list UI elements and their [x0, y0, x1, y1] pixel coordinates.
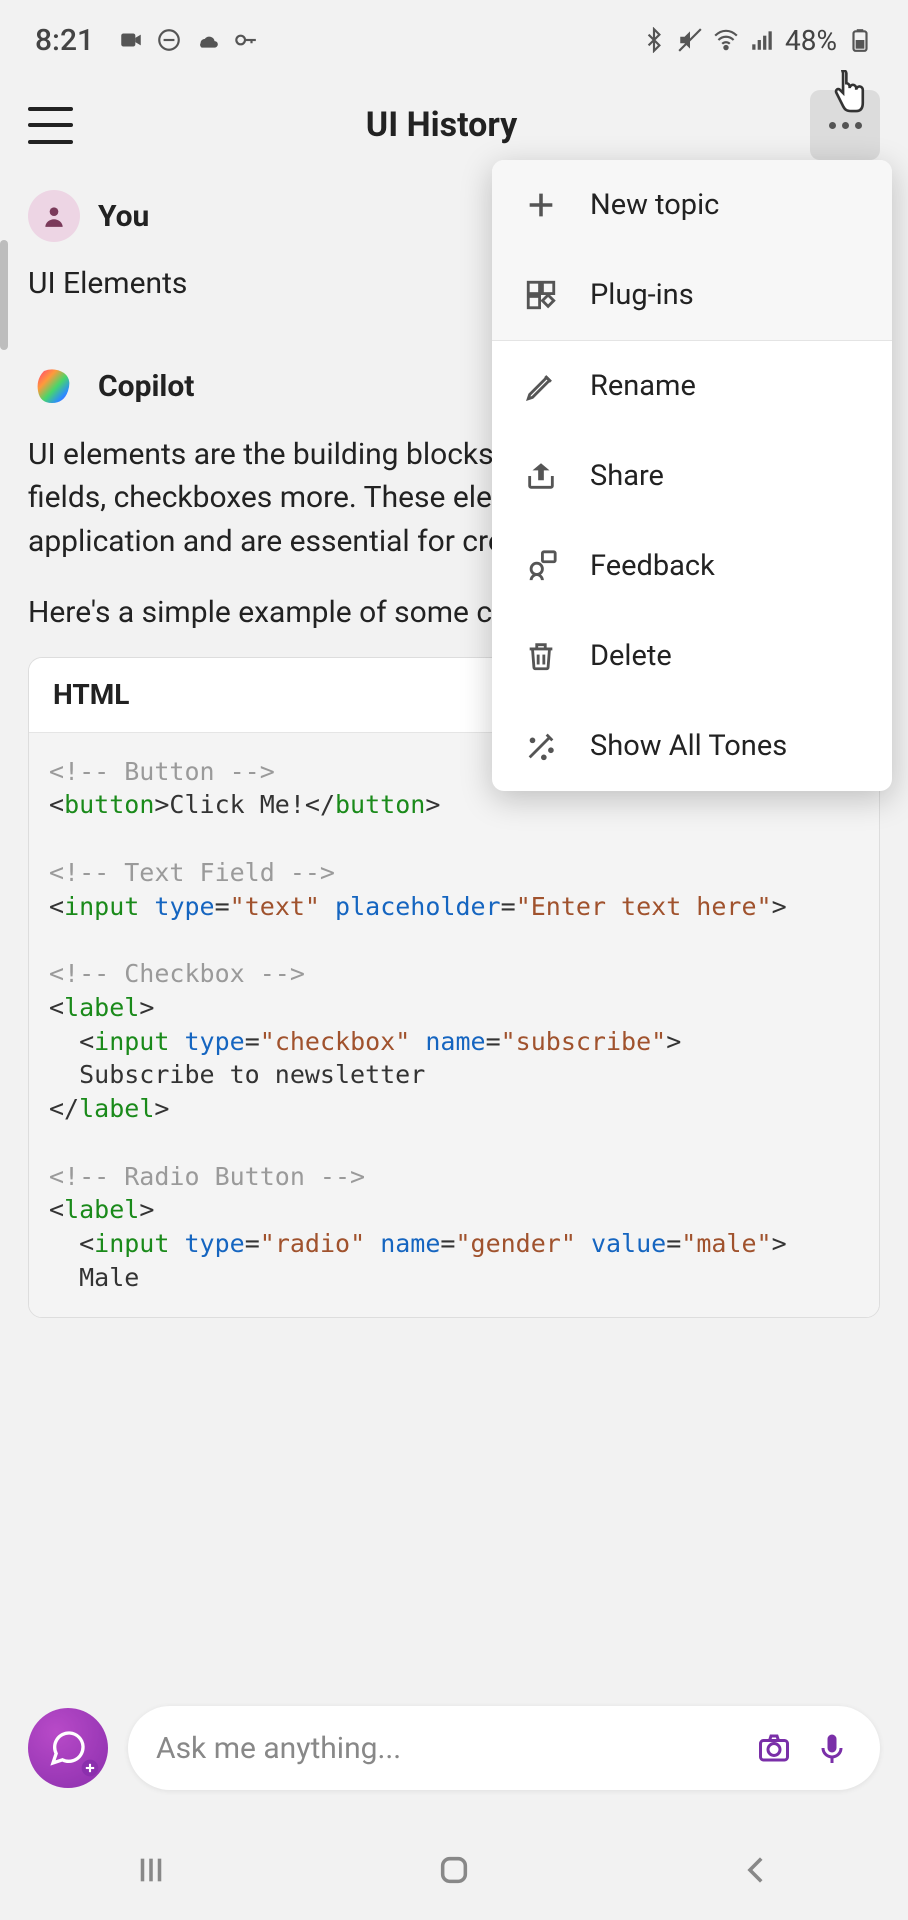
chat-input[interactable]: Ask me anything... [128, 1706, 880, 1790]
menu-label: Rename [590, 369, 696, 403]
bluetooth-icon [641, 27, 667, 53]
menu-item-delete[interactable]: Delete [492, 611, 892, 701]
plugins-icon [522, 276, 560, 314]
status-time: 8:21 [35, 23, 94, 58]
user-name: You [98, 199, 149, 234]
menu-label: Share [590, 459, 664, 493]
menu-label: Delete [590, 639, 672, 673]
app-header: UI History [0, 80, 908, 170]
nav-home-icon[interactable] [434, 1850, 474, 1890]
menu-button[interactable] [28, 103, 73, 148]
status-bar: 8:21 48% [0, 0, 908, 80]
camera-input-icon[interactable] [754, 1728, 794, 1768]
menu-item-share[interactable]: Share [492, 431, 892, 521]
code-language-label: HTML [53, 678, 129, 711]
menu-item-plugins[interactable]: Plug-ins [492, 250, 892, 340]
android-navbar [0, 1820, 908, 1920]
menu-item-show-tones[interactable]: Show All Tones [492, 701, 892, 791]
plus-icon [522, 186, 560, 224]
nav-back-icon[interactable] [737, 1850, 777, 1890]
menu-label: New topic [590, 188, 719, 222]
code-body: <!-- Button --> <button>Click Me!</butto… [29, 733, 879, 1317]
assistant-name: Copilot [98, 369, 194, 404]
feedback-icon [522, 547, 560, 585]
mute-icon [677, 27, 703, 53]
dnd-icon [156, 27, 182, 53]
signal-icon [749, 27, 775, 53]
pencil-icon [522, 367, 560, 405]
menu-item-rename[interactable]: Rename [492, 341, 892, 431]
menu-item-new-topic[interactable]: New topic [492, 160, 892, 250]
camera-icon [118, 27, 144, 53]
cursor-icon [828, 70, 868, 126]
page-title: UI History [73, 105, 810, 145]
new-topic-fab[interactable] [28, 1708, 108, 1788]
cloud-icon [194, 27, 220, 53]
copilot-avatar-icon [28, 361, 80, 413]
battery-pct: 48% [785, 24, 837, 57]
options-menu: New topic Plug-ins Rename Share Feedback… [492, 160, 892, 791]
menu-item-feedback[interactable]: Feedback [492, 521, 892, 611]
share-icon [522, 457, 560, 495]
mic-icon[interactable] [812, 1728, 852, 1768]
user-avatar-icon [28, 190, 80, 242]
trash-icon [522, 637, 560, 675]
chat-input-placeholder: Ask me anything... [156, 1731, 736, 1766]
wand-icon [522, 727, 560, 765]
menu-label: Plug-ins [590, 278, 694, 312]
scrollbar[interactable] [0, 240, 8, 350]
menu-label: Feedback [590, 549, 715, 583]
input-bar: Ask me anything... [0, 1706, 908, 1790]
battery-icon [847, 27, 873, 53]
key-icon [232, 27, 258, 53]
menu-label: Show All Tones [590, 729, 787, 763]
wifi-icon [713, 27, 739, 53]
nav-recent-icon[interactable] [131, 1850, 171, 1890]
